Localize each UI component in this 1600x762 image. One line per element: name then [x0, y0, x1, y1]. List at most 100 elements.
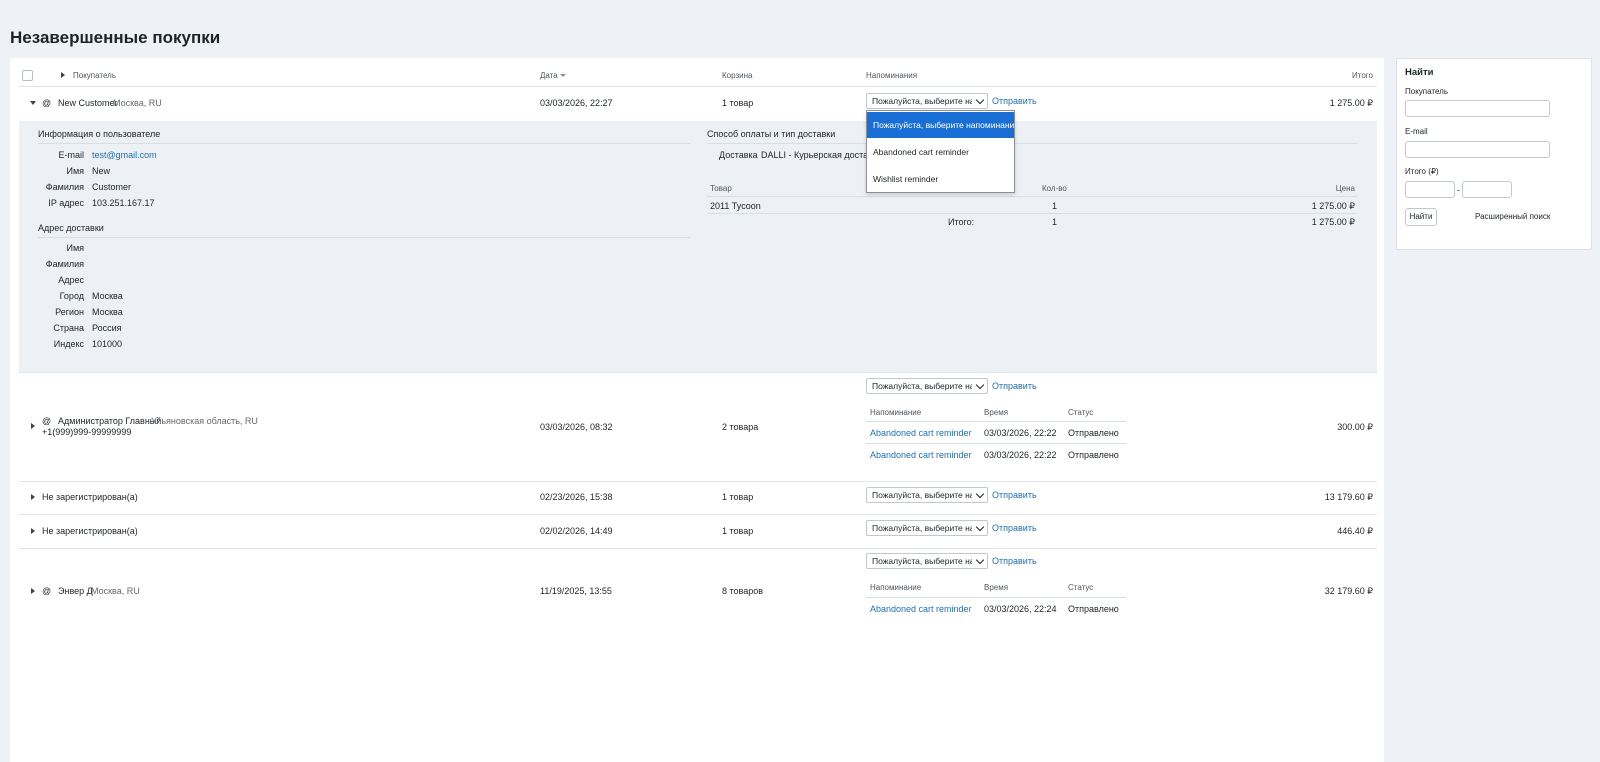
total-label: Итого (₽)	[1405, 167, 1439, 176]
delivery-value: DALLI - Курьерская доставка	[761, 150, 883, 160]
payment-delivery-title: Способ оплаты и тип доставки	[707, 129, 836, 139]
sort-desc-icon[interactable]	[560, 74, 566, 77]
field-label: Фамилия	[45, 182, 84, 192]
cart-date: 11/19/2025, 13:55	[540, 586, 612, 596]
send-reminder-link[interactable]: Отправить	[992, 523, 1037, 533]
shipping-title: Адрес доставки	[38, 223, 104, 233]
reminder-select[interactable]: Пожалуйста, выберите нап	[866, 553, 988, 569]
chevron-down-icon	[975, 522, 985, 532]
cart-items-count: 1 товар	[722, 492, 754, 502]
field-label: IP адрес	[48, 198, 84, 208]
reminder-select[interactable]: Пожалуйста, выберите нап	[866, 520, 988, 536]
items-total-qty: 1	[1052, 217, 1058, 227]
history-status: Отправлено	[1068, 604, 1119, 614]
delivery-label: Доставка	[719, 150, 758, 160]
email-at-icon: @	[42, 98, 52, 108]
history-time: 03/03/2026, 22:24	[984, 604, 1057, 614]
cart-date: 03/03/2026, 22:27	[540, 98, 613, 108]
expand-row-icon[interactable]	[31, 423, 35, 429]
dropdown-option-abandoned-cart[interactable]: Abandoned cart reminder	[867, 139, 1014, 165]
search-panel-title: Найти	[1405, 67, 1434, 78]
cart-total: 13 179.60 ₽	[1324, 492, 1373, 502]
select-all-checkbox[interactable]	[22, 70, 33, 81]
column-header-date[interactable]: Дата	[540, 71, 558, 80]
history-time: 03/03/2026, 22:22	[984, 450, 1057, 460]
field-value: Москва	[92, 307, 123, 317]
column-header-total: Итого	[1352, 71, 1373, 80]
history-header-time: Время	[984, 408, 1009, 417]
customer-name[interactable]: New Customer	[58, 98, 118, 108]
email-label: E-mail	[1405, 127, 1428, 136]
expand-row-icon[interactable]	[31, 588, 35, 594]
history-header-status: Статус	[1068, 583, 1094, 592]
send-reminder-link[interactable]: Отправить	[992, 381, 1037, 391]
chevron-down-icon	[975, 555, 985, 565]
cart-total: 446.40 ₽	[1337, 526, 1373, 536]
reminder-select[interactable]: Пожалуйста, выберите нап	[866, 93, 988, 109]
field-value: Москва	[92, 291, 123, 301]
range-separator: -	[1457, 185, 1460, 195]
send-reminder-link[interactable]: Отправить	[992, 96, 1037, 106]
collapse-row-icon[interactable]	[30, 101, 36, 105]
reminder-select[interactable]: Пожалуйста, выберите нап	[866, 378, 988, 394]
history-reminder-link[interactable]: Abandoned cart reminder	[870, 428, 972, 438]
field-value: New	[92, 166, 111, 176]
chevron-down-icon	[975, 489, 985, 499]
history-reminder-link[interactable]: Abandoned cart reminder	[870, 604, 972, 614]
customer-name[interactable]: Энвер Д	[58, 586, 93, 596]
field-label: Регион	[55, 307, 84, 317]
reminder-select[interactable]: Пожалуйста, выберите нап	[866, 487, 988, 503]
field-value: Россия	[92, 323, 122, 333]
column-header-buyer[interactable]: Покупатель	[73, 71, 116, 80]
expand-row-icon[interactable]	[31, 494, 35, 500]
send-reminder-link[interactable]: Отправить	[992, 556, 1037, 566]
total-min-input[interactable]	[1405, 181, 1455, 198]
item-qty: 1	[1052, 201, 1058, 211]
row-details-panel	[19, 121, 1377, 372]
field-label: Страна	[53, 323, 84, 333]
field-label: Город	[59, 291, 84, 301]
items-header-product: Товар	[710, 184, 732, 193]
cart-total: 300.00 ₽	[1337, 422, 1373, 432]
history-time: 03/03/2026, 22:22	[984, 428, 1057, 438]
chevron-down-icon	[975, 380, 985, 390]
item-product: 2011 Tycoon	[710, 201, 761, 211]
customer-location: Москва, RU	[91, 586, 140, 596]
history-reminder-link[interactable]: Abandoned cart reminder	[870, 450, 972, 460]
items-header-price: Цена	[1335, 184, 1355, 193]
send-reminder-link[interactable]: Отправить	[992, 490, 1037, 500]
customer-location: Ульяновская область, RU	[151, 416, 258, 426]
customer-name: Не зарегистрирован(а)	[42, 492, 138, 502]
buyer-search-input[interactable]	[1405, 100, 1550, 117]
field-label: Фамилия	[45, 259, 84, 269]
user-info-title: Информация о пользователе	[38, 129, 161, 139]
user-email-link[interactable]: test@gmail.com	[92, 150, 157, 160]
items-header-qty: Кол-во	[1042, 184, 1067, 193]
cart-items-count: 1 товар	[722, 98, 754, 108]
customer-location: Москва, RU	[113, 98, 162, 108]
field-label: Индекс	[53, 339, 84, 349]
customer-name[interactable]: Администратор Главный	[58, 416, 161, 426]
total-max-input[interactable]	[1462, 181, 1512, 198]
dropdown-option-wishlist[interactable]: Wishlist reminder	[867, 166, 1014, 192]
buyer-label: Покупатель	[1405, 87, 1448, 96]
cart-date: 02/02/2026, 14:49	[540, 526, 613, 536]
customer-name: Не зарегистрирован(а)	[42, 526, 138, 536]
dropdown-option-placeholder[interactable]: Пожалуйста, выберите напоминание	[867, 112, 1014, 138]
field-value: 101000	[92, 339, 123, 349]
field-label: E-mail	[58, 150, 84, 160]
email-search-input[interactable]	[1405, 141, 1550, 158]
field-label: Имя	[66, 166, 84, 176]
expand-all-icon[interactable]	[61, 72, 65, 78]
history-status: Отправлено	[1068, 450, 1119, 460]
field-label: Адрес	[58, 275, 84, 285]
cart-date: 02/23/2026, 15:38	[540, 492, 613, 502]
history-header-reminder: Напоминание	[870, 583, 922, 592]
history-header-time: Время	[984, 583, 1009, 592]
find-button[interactable]: Найти	[1405, 208, 1437, 226]
cart-items-count: 2 товара	[722, 422, 759, 432]
expand-row-icon[interactable]	[31, 528, 35, 534]
advanced-search-link[interactable]: Расширенный поиск	[1475, 212, 1550, 221]
cart-total: 32 179.60 ₽	[1324, 586, 1373, 596]
history-header-reminder: Напоминание	[870, 408, 922, 417]
